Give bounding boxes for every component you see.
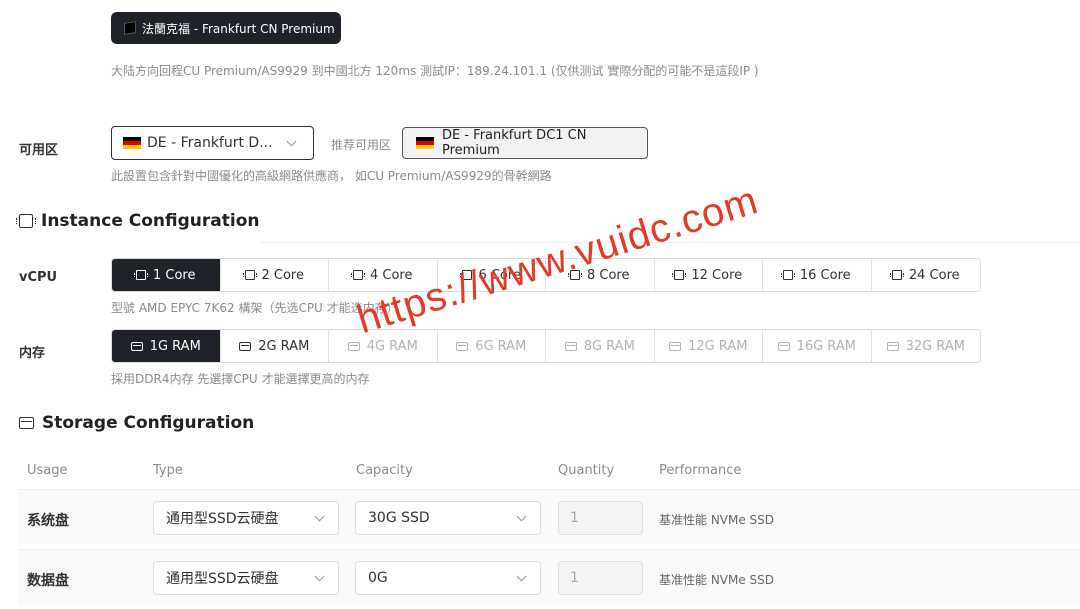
zone-select-value: DE - Frankfurt D...	[147, 135, 273, 151]
memory-option-label: 1G RAM	[149, 338, 201, 354]
memory-module-icon	[456, 341, 469, 351]
memory-option[interactable]: 1G RAM	[112, 330, 221, 362]
capacity-select[interactable]: 0G	[355, 561, 541, 595]
zone-label: 可用区	[19, 143, 59, 158]
memory-option[interactable]: 8G RAM	[546, 330, 655, 362]
cpu-chip-icon	[889, 270, 904, 280]
memory-module-icon	[669, 341, 682, 351]
memory-label: 内存	[19, 346, 46, 361]
memory-option[interactable]: 6G RAM	[437, 330, 546, 362]
instance-section-title: Instance Configuration	[16, 211, 260, 231]
performance-text: 基准性能 NVMe SSD	[659, 513, 775, 527]
germany-flag-icon	[416, 137, 434, 149]
vcpu-option[interactable]: 12 Core	[654, 259, 763, 291]
header-performance: Performance	[659, 463, 742, 478]
germany-flag-icon	[123, 137, 141, 149]
quantity-input[interactable]: 1	[558, 501, 643, 535]
capacity-select-value: 30G SSD	[368, 510, 430, 526]
memory-option[interactable]: 2G RAM	[220, 330, 329, 362]
vcpu-label: vCPU	[19, 270, 58, 285]
memory-selector: 1G RAM 2G RAM 4G RAM 6G RAM 8G RAM 12G RAM 16G…	[111, 329, 981, 363]
performance-text: 基准性能 NVMe SSD	[659, 573, 775, 587]
region-hint: 大陆方向回程CU Premium/AS9929 到中國北方 120ms 測試IP…	[111, 64, 759, 78]
memory-option-label: 8G RAM	[583, 338, 635, 354]
memory-option-label: 12G RAM	[688, 338, 748, 354]
vcpu-option-label: 12 Core	[691, 267, 743, 283]
memory-module-icon	[239, 341, 252, 351]
quantity-value: 1	[570, 510, 579, 526]
instance-section-title-text: Instance Configuration	[41, 211, 260, 231]
recommended-zone-value: DE - Frankfurt DC1 CN Premium	[442, 128, 587, 158]
region-button-label: 法蘭克福 - Frankfurt CN Premium	[142, 21, 335, 36]
storage-section-title: Storage Configuration	[19, 413, 254, 433]
storage-box-icon	[19, 417, 34, 429]
memory-module-icon	[886, 341, 899, 351]
type-select[interactable]: 通用型SSD云硬盘	[153, 561, 339, 595]
recommended-zone-button[interactable]: DE - Frankfurt DC1 CN Premium	[402, 127, 648, 159]
capacity-select[interactable]: 30G SSD	[355, 501, 541, 535]
vcpu-option-label: 1 Core	[153, 267, 196, 283]
memory-module-icon	[130, 341, 143, 351]
quantity-input[interactable]: 1	[558, 561, 643, 595]
memory-option-label: 6G RAM	[475, 338, 527, 354]
usage-data-disk: 数据盘	[27, 573, 69, 589]
cube-icon	[124, 21, 136, 35]
capacity-select-value: 0G	[368, 570, 388, 586]
quantity-value: 1	[570, 570, 579, 586]
memory-option-label: 32G RAM	[905, 338, 965, 354]
vcpu-option[interactable]: 24 Core	[871, 259, 980, 291]
zone-select[interactable]: DE - Frankfurt D...	[111, 126, 314, 160]
memory-module-icon	[347, 341, 360, 351]
vcpu-option[interactable]: 1 Core	[112, 259, 221, 291]
memory-option[interactable]: 12G RAM	[654, 330, 763, 362]
memory-hint: 採用DDR4内存 先選擇CPU 才能選擇更高的内存	[111, 372, 370, 386]
vcpu-option-label: 24 Core	[908, 267, 960, 283]
memory-module-icon	[564, 341, 577, 351]
chevron-down-icon	[286, 136, 297, 147]
cpu-chip-icon	[134, 270, 148, 280]
cpu-chip-icon	[351, 270, 365, 280]
memory-option-label: 16G RAM	[796, 338, 856, 354]
chevron-down-icon	[516, 511, 527, 522]
header-quantity: Quantity	[558, 463, 615, 478]
region-button[interactable]: 法蘭克福 - Frankfurt CN Premium	[111, 12, 341, 44]
zone-hint: 此設置包含針對中國優化的高級網路供應商， 如CU Premium/AS9929的…	[111, 169, 552, 183]
type-select[interactable]: 通用型SSD云硬盘	[153, 501, 339, 535]
type-select-value: 通用型SSD云硬盘	[166, 571, 279, 587]
cpu-chip-icon	[16, 214, 36, 228]
vcpu-option[interactable]: 2 Core	[220, 259, 329, 291]
chevron-down-icon	[314, 511, 325, 522]
cpu-chip-icon	[672, 270, 687, 280]
vcpu-option-label: 4 Core	[370, 267, 413, 283]
recommended-zone-label: 推荐可用区	[331, 138, 392, 152]
usage-system-disk: 系统盘	[27, 513, 69, 529]
storage-section-title-text: Storage Configuration	[42, 413, 255, 433]
memory-option[interactable]: 16G RAM	[763, 330, 872, 362]
header-usage: Usage	[27, 463, 68, 478]
memory-option-label: 4G RAM	[366, 338, 418, 354]
memory-option[interactable]: 32G RAM	[871, 330, 980, 362]
header-capacity: Capacity	[356, 463, 413, 478]
chevron-down-icon	[516, 571, 527, 582]
chevron-down-icon	[314, 571, 325, 582]
cpu-chip-icon	[242, 270, 257, 280]
vcpu-option-label: 2 Core	[261, 267, 305, 283]
memory-option-label: 2G RAM	[258, 338, 310, 354]
vcpu-option-label: 16 Core	[799, 267, 851, 283]
memory-module-icon	[777, 341, 790, 351]
header-type: Type	[153, 463, 183, 478]
cpu-chip-icon	[780, 270, 795, 280]
type-select-value: 通用型SSD云硬盘	[166, 511, 279, 527]
vcpu-option[interactable]: 16 Core	[763, 259, 872, 291]
